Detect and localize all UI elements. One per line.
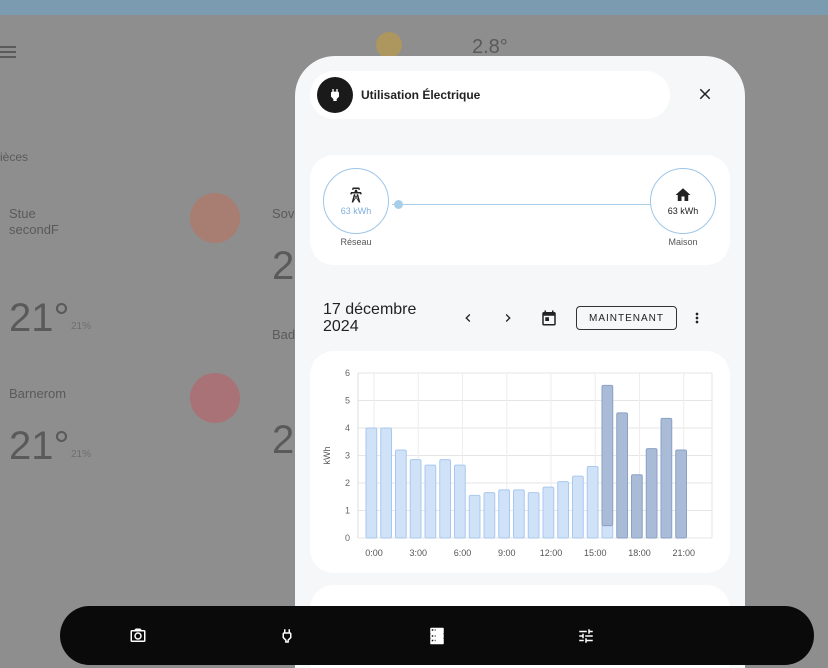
transmission-tower-icon bbox=[350, 187, 362, 203]
x-tick-label: 9:00 bbox=[498, 548, 516, 558]
chart-bar bbox=[616, 412, 628, 539]
chart-bar bbox=[675, 449, 687, 539]
chart-bar bbox=[527, 492, 540, 539]
chevron-left-icon bbox=[465, 314, 471, 322]
calendar-button[interactable] bbox=[539, 308, 559, 328]
x-tick-label: 21:00 bbox=[672, 548, 695, 558]
chart-bar bbox=[572, 475, 584, 539]
energy-flow-card: 63 kWh Réseau 63 kWh Maison bbox=[310, 155, 730, 265]
chart-bar bbox=[439, 459, 451, 539]
dots-vertical-icon bbox=[695, 312, 699, 324]
room-humidity: 21% bbox=[71, 321, 92, 332]
chart-bar bbox=[380, 427, 392, 539]
bed-icon[interactable] bbox=[190, 373, 240, 423]
chart-bar bbox=[601, 525, 614, 539]
chart-bar bbox=[483, 492, 496, 539]
x-tick-label: 15:00 bbox=[584, 548, 607, 558]
period-date: 17 décembre 2024 bbox=[323, 301, 417, 335]
room-name[interactable]: Sov bbox=[272, 206, 294, 221]
x-tick-label: 18:00 bbox=[628, 548, 651, 558]
menu-icon[interactable] bbox=[0, 46, 16, 60]
room-humidity: 21% bbox=[71, 449, 92, 460]
more-options-button[interactable] bbox=[687, 308, 707, 328]
room-name[interactable]: Stue secondF bbox=[9, 206, 59, 238]
next-period-button[interactable] bbox=[498, 308, 518, 328]
dialog-title: Utilisation Électrique bbox=[361, 88, 481, 102]
chart-bar bbox=[660, 417, 673, 539]
top-app-bar bbox=[0, 0, 828, 15]
y-tick-label: 3 bbox=[345, 451, 350, 461]
y-axis-label: kWh bbox=[322, 447, 332, 465]
dialog-header: Utilisation Électrique bbox=[310, 71, 670, 119]
chart-bar bbox=[601, 384, 614, 527]
tune-icon[interactable] bbox=[576, 626, 596, 646]
grid-node[interactable]: 63 kWh bbox=[323, 168, 389, 234]
previous-period-button[interactable] bbox=[458, 308, 478, 328]
close-button[interactable] bbox=[693, 82, 717, 106]
camera-icon[interactable] bbox=[128, 626, 148, 646]
chart-bar bbox=[586, 466, 599, 539]
flow-line bbox=[392, 204, 650, 205]
home-icon bbox=[675, 188, 691, 201]
close-icon bbox=[699, 88, 711, 100]
weather-sun-icon bbox=[376, 32, 402, 58]
grid-value: 63 kWh bbox=[340, 206, 372, 216]
section-label: ièces bbox=[0, 150, 29, 164]
home-label: Maison bbox=[668, 237, 698, 247]
chart-bar bbox=[365, 427, 378, 539]
energy-dialog: Utilisation Électrique 63 kWh Réseau 63 … bbox=[295, 56, 745, 668]
y-tick-label: 4 bbox=[345, 423, 350, 433]
y-tick-label: 5 bbox=[345, 396, 350, 406]
x-tick-label: 12:00 bbox=[540, 548, 563, 558]
y-tick-label: 0 bbox=[345, 533, 350, 543]
grid-label: Réseau bbox=[340, 237, 372, 247]
chart-bar bbox=[513, 489, 525, 539]
calendar-icon bbox=[542, 310, 556, 326]
chart-bar bbox=[645, 448, 658, 539]
chart-bar bbox=[557, 481, 569, 539]
y-tick-label: 1 bbox=[345, 506, 350, 516]
room-name[interactable]: Barnerom bbox=[9, 386, 66, 401]
chart-bar bbox=[409, 459, 422, 539]
chart-bar bbox=[542, 486, 555, 539]
energy-bar-chart: 0 1 2 3 4 5 6 0:00 3:00 6:00 9:00 12:00 15:00 18:00 21… bbox=[322, 368, 713, 558]
energy-chart-card: 0 1 2 3 4 5 6 0:00 3:00 6:00 9:00 12:00 15:00 18:00 21… bbox=[310, 351, 730, 573]
x-tick-label: 3:00 bbox=[409, 548, 427, 558]
flow-dot bbox=[394, 200, 403, 209]
x-tick-label: 0:00 bbox=[365, 548, 383, 558]
now-button[interactable]: MAINTENANT bbox=[576, 306, 677, 330]
plug-icon bbox=[317, 77, 353, 113]
chart-bar bbox=[424, 464, 437, 539]
plug-icon[interactable] bbox=[277, 626, 297, 646]
y-tick-label: 2 bbox=[345, 478, 350, 488]
chart-bar bbox=[395, 449, 407, 539]
room-name[interactable]: Bad bbox=[272, 327, 295, 342]
chevron-right-icon bbox=[505, 314, 511, 322]
server-icon[interactable] bbox=[427, 626, 447, 646]
room-temperature: 21° bbox=[9, 424, 70, 468]
room-icon[interactable] bbox=[190, 193, 240, 243]
chart-bar bbox=[631, 474, 643, 539]
y-tick-label: 6 bbox=[345, 368, 350, 378]
chart-bar bbox=[454, 464, 466, 539]
x-tick-label: 6:00 bbox=[454, 548, 472, 558]
bottom-navigation bbox=[60, 606, 814, 665]
home-value: 63 kWh bbox=[667, 206, 699, 216]
room-temperature: 21° bbox=[9, 296, 70, 340]
chart-bar bbox=[498, 489, 510, 539]
chart-bar bbox=[468, 494, 481, 539]
home-node[interactable]: 63 kWh bbox=[650, 168, 716, 234]
